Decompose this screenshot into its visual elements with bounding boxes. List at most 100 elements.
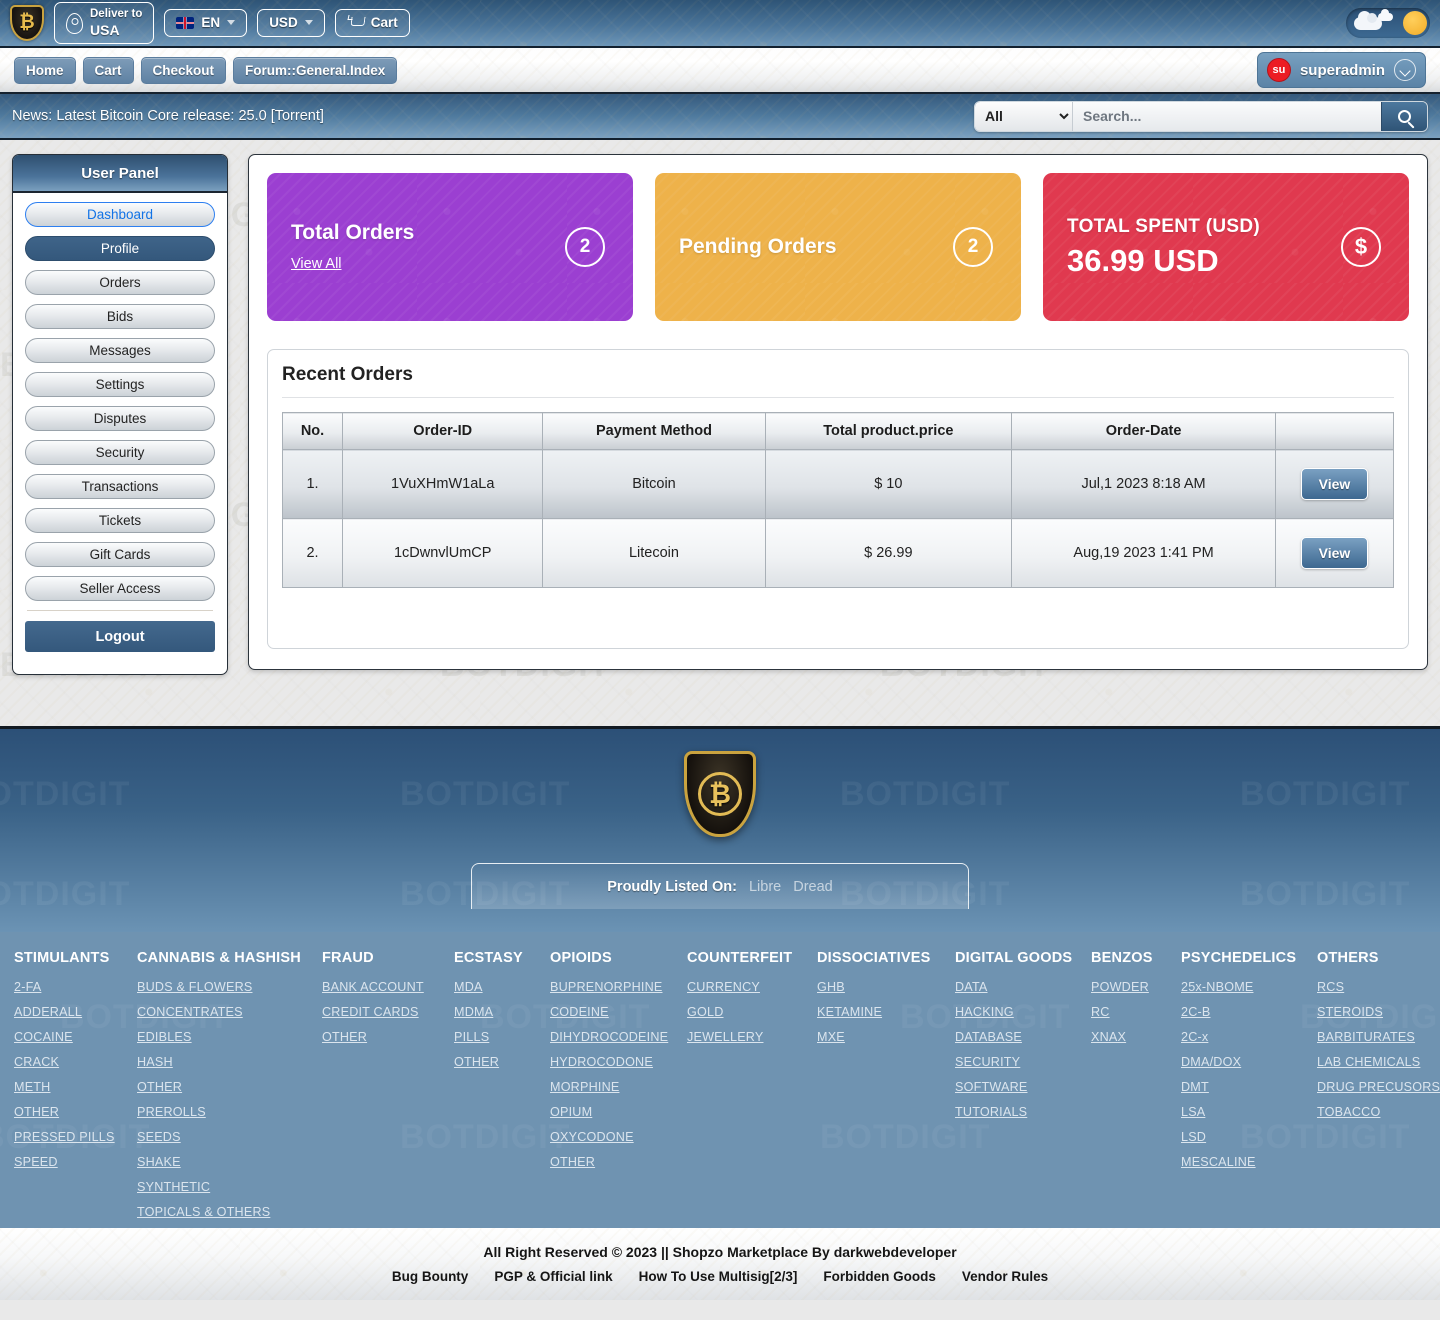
footer-link[interactable]: 2C-x [1181, 1030, 1317, 1044]
bitcoin-shield-logo-icon[interactable]: ₿ [10, 5, 44, 41]
footer-link[interactable]: PRESSED PILLS [14, 1130, 137, 1144]
footer-link[interactable]: BUPRENORPHINE [550, 980, 687, 994]
footer-link[interactable]: CONCENTRATES [137, 1005, 322, 1019]
footer-link[interactable]: PILLS [454, 1030, 550, 1044]
chevron-down-icon[interactable] [1394, 59, 1416, 81]
total-spent-card[interactable]: TOTAL SPENT (USD) 36.99 USD $ [1043, 173, 1409, 321]
logout-button[interactable]: Logout [25, 621, 215, 652]
footer-link[interactable]: OTHER [137, 1080, 322, 1094]
footer-link[interactable]: BARBITURATES [1317, 1030, 1426, 1044]
footer-link[interactable]: GOLD [687, 1005, 817, 1019]
footer-link[interactable]: OXYCODONE [550, 1130, 687, 1144]
listed-link-dread[interactable]: Dread [793, 879, 833, 895]
footer-link[interactable]: RCS [1317, 980, 1426, 994]
footer-link[interactable]: COCAINE [14, 1030, 137, 1044]
footer-link[interactable]: KETAMINE [817, 1005, 955, 1019]
bottom-link-bug-bounty[interactable]: Bug Bounty [392, 1269, 469, 1284]
sun-cloud-toggle-icon[interactable] [1346, 8, 1430, 38]
footer-link[interactable]: DMT [1181, 1080, 1317, 1094]
sidebar-item-bids[interactable]: Bids [25, 304, 215, 329]
footer-link[interactable]: CREDIT CARDS [322, 1005, 454, 1019]
footer-link[interactable]: MDA [454, 980, 550, 994]
user-menu[interactable]: su superadmin [1256, 52, 1426, 88]
footer-link[interactable]: LSA [1181, 1105, 1317, 1119]
footer-link[interactable]: OTHER [550, 1155, 687, 1169]
footer-link[interactable]: SOFTWARE [955, 1080, 1091, 1094]
footer-link[interactable]: SEEDS [137, 1130, 322, 1144]
nav-item-cart[interactable]: Cart [82, 56, 134, 84]
search-button[interactable] [1381, 101, 1427, 131]
footer-link[interactable]: DRUG PRECUSORS [1317, 1080, 1440, 1094]
footer-link[interactable]: OPIUM [550, 1105, 687, 1119]
footer-link[interactable]: LAB CHEMICALS [1317, 1055, 1426, 1069]
sidebar-item-seller-access[interactable]: Seller Access [25, 576, 215, 601]
sidebar-item-transactions[interactable]: Transactions [25, 474, 215, 499]
footer-link[interactable]: DMA/DOX [1181, 1055, 1317, 1069]
footer-link[interactable]: LSD [1181, 1130, 1317, 1144]
footer-link[interactable]: POWDER [1091, 980, 1181, 994]
sidebar-item-gift-cards[interactable]: Gift Cards [25, 542, 215, 567]
footer-link[interactable]: DATA [955, 980, 1091, 994]
footer-link[interactable]: CODEINE [550, 1005, 687, 1019]
footer-link[interactable]: HYDROCODONE [550, 1055, 687, 1069]
footer-link[interactable]: MDMA [454, 1005, 550, 1019]
footer-link[interactable]: CRACK [14, 1055, 137, 1069]
deliver-to-button[interactable]: Deliver to USA [54, 2, 155, 44]
bottom-link-pgp[interactable]: PGP & Official link [494, 1269, 612, 1284]
footer-link[interactable]: SPEED [14, 1155, 137, 1169]
bottom-link-forbidden[interactable]: Forbidden Goods [823, 1269, 936, 1284]
search-category-select[interactable]: All [975, 101, 1073, 131]
view-order-button[interactable]: View [1300, 537, 1369, 569]
footer-link[interactable]: MORPHINE [550, 1080, 687, 1094]
footer-link[interactable]: RC [1091, 1005, 1181, 1019]
footer-link[interactable]: MXE [817, 1030, 955, 1044]
sidebar-item-messages[interactable]: Messages [25, 338, 215, 363]
nav-item-checkout[interactable]: Checkout [140, 56, 227, 84]
sidebar-item-profile[interactable]: Profile [25, 236, 215, 261]
footer-link[interactable]: GHB [817, 980, 955, 994]
view-all-link[interactable]: View All [291, 256, 342, 272]
footer-link[interactable]: HASH [137, 1055, 322, 1069]
footer-link[interactable]: EDIBLES [137, 1030, 322, 1044]
footer-link[interactable]: SECURITY [955, 1055, 1091, 1069]
nav-item-home[interactable]: Home [14, 56, 76, 84]
footer-link[interactable]: TUTORIALS [955, 1105, 1091, 1119]
footer-link[interactable]: DATABASE [955, 1030, 1091, 1044]
footer-link[interactable]: 25x-NBOME [1181, 980, 1317, 994]
search-input[interactable] [1073, 101, 1381, 131]
sidebar-item-tickets[interactable]: Tickets [25, 508, 215, 533]
footer-link[interactable]: ADDERALL [14, 1005, 137, 1019]
footer-link[interactable]: DIHYDROCODEINE [550, 1030, 687, 1044]
currency-selector[interactable]: USD [257, 9, 325, 37]
footer-link[interactable]: XNAX [1091, 1030, 1181, 1044]
bottom-link-vendor-rules[interactable]: Vendor Rules [962, 1269, 1048, 1284]
footer-link[interactable]: HACKING [955, 1005, 1091, 1019]
footer-link[interactable]: OTHER [322, 1030, 454, 1044]
footer-link[interactable]: SYNTHETIC [137, 1180, 322, 1194]
footer-link[interactable]: OTHER [14, 1105, 137, 1119]
footer-link[interactable]: JEWELLERY [687, 1030, 817, 1044]
footer-link[interactable]: TOPICALS & OTHERS [137, 1205, 322, 1219]
footer-link[interactable]: BANK ACCOUNT [322, 980, 454, 994]
view-order-button[interactable]: View [1300, 468, 1369, 500]
footer-link[interactable]: CURRENCY [687, 980, 817, 994]
footer-link[interactable]: MESCALINE [1181, 1155, 1317, 1169]
sidebar-item-settings[interactable]: Settings [25, 372, 215, 397]
listed-link-libre[interactable]: Libre [749, 879, 781, 895]
cart-button[interactable]: Cart [334, 9, 410, 37]
footer-link[interactable]: TOBACCO [1317, 1105, 1426, 1119]
sidebar-item-dashboard[interactable]: Dashboard [25, 202, 215, 227]
sidebar-item-orders[interactable]: Orders [25, 270, 215, 295]
footer-link[interactable]: OTHER [454, 1055, 550, 1069]
bottom-link-multisig[interactable]: How To Use Multisig[2/3] [639, 1269, 798, 1284]
footer-link[interactable]: SHAKE [137, 1155, 322, 1169]
footer-link[interactable]: 2-FA [14, 980, 137, 994]
pending-orders-card[interactable]: Pending Orders 2 [655, 173, 1021, 321]
language-selector[interactable]: EN [164, 9, 248, 37]
footer-link[interactable]: BUDS & FLOWERS [137, 980, 322, 994]
footer-link[interactable]: 2C-B [1181, 1005, 1317, 1019]
total-orders-card[interactable]: Total Orders View All 2 [267, 173, 633, 321]
sidebar-item-security[interactable]: Security [25, 440, 215, 465]
footer-link[interactable]: STEROIDS [1317, 1005, 1426, 1019]
footer-link[interactable]: PREROLLS [137, 1105, 322, 1119]
